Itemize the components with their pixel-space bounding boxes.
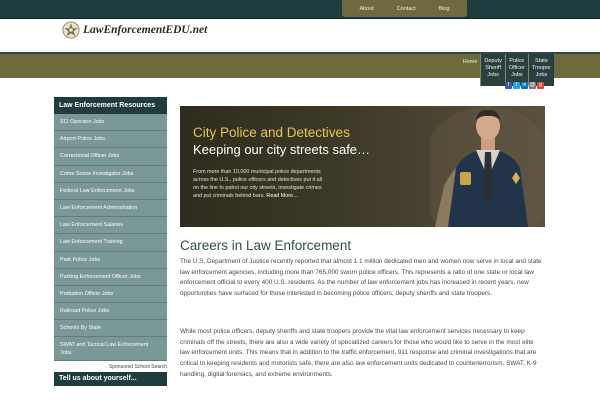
sidebar-item-correctional-officer[interactable]: Correctional Officer Jobs — [54, 148, 167, 166]
site-logo[interactable]: LawEnforcementEDU.net — [62, 21, 207, 39]
top-bar — [0, 0, 600, 19]
nav-police-label: Police Officer Jobs — [508, 58, 525, 78]
sidebar-item-crime-scene[interactable]: Crime Scene Investigator Jobs — [54, 165, 167, 183]
social-icons: f t in @ g — [505, 82, 544, 89]
logo-text: LawEnforcementEDU.net — [83, 24, 208, 36]
hero-body: From more than 10,000 municipal police d… — [193, 169, 323, 199]
police-officer-image — [430, 106, 545, 227]
page-heading: Careers in Law Enforcement — [180, 238, 352, 253]
sidebar-title: Law Enforcement Resources — [54, 97, 167, 114]
hero-text: From more than 10,000 municipal police d… — [193, 168, 328, 200]
nav-deputy-label: Deputy Sheriff Jobs — [484, 58, 502, 78]
nav-trooper-label: State Trooper Jobs — [531, 58, 551, 78]
email-icon[interactable]: @ — [529, 82, 536, 89]
main-nav: Home Deputy Sheriff Jobs Police Officer … — [460, 54, 554, 86]
sidebar-item-administration[interactable]: Law Enforcement Administration — [54, 199, 167, 218]
sidebar-item-railroad[interactable]: Railroad Police Jobs — [54, 303, 167, 321]
hero-title: City Police and Detectives — [193, 125, 350, 140]
hero-subtitle: Keeping our city streets safe… — [193, 142, 371, 157]
sidebar-item-park-police[interactable]: Park Police Jobs — [54, 251, 167, 269]
linkedin-icon[interactable]: in — [521, 82, 528, 89]
hero-banner[interactable]: City Police and Detectives Keeping our c… — [180, 106, 545, 227]
top-nav-about[interactable]: About — [359, 6, 373, 12]
googleplus-icon[interactable]: g — [537, 82, 544, 89]
nav-deputy-sheriff-jobs[interactable]: Deputy Sheriff Jobs — [480, 54, 505, 86]
sidebar-item-airport-police[interactable]: Airport Police Jobs — [54, 131, 167, 149]
sidebar-item-salaries[interactable]: Law Enforcement Salaries — [54, 217, 167, 235]
sidebar-item-parking-enforcement[interactable]: Parking Enforcement Officer Jobs — [54, 268, 167, 286]
nav-home-label: Home — [462, 59, 478, 65]
nav-home[interactable]: Home — [460, 54, 481, 80]
sponsored-label: Sponsored School Search — [108, 364, 167, 371]
twitter-icon[interactable]: t — [513, 82, 520, 89]
careers-paragraph: While most police officers, deputy sheri… — [180, 328, 537, 378]
facebook-icon[interactable]: f — [505, 82, 512, 89]
top-nav-contact[interactable]: Contact — [397, 6, 416, 12]
sidebar-item-schools-by-state[interactable]: Schools By State — [54, 320, 167, 338]
top-nav-blog[interactable]: Blog — [439, 6, 450, 12]
sidebar-item-probation[interactable]: Probation Officer Jobs — [54, 285, 167, 304]
sidebar-item-911-operator[interactable]: 911 Operator Jobs — [54, 114, 167, 132]
main-nav-band: Home Deputy Sheriff Jobs Police Officer … — [0, 52, 600, 86]
sidebar-item-swat[interactable]: SWAT and Tactical Law Enforcement Jobs — [54, 337, 167, 362]
tell-us-title: Tell us about yourself... — [54, 372, 167, 387]
sidebar: Law Enforcement Resources 911 Operator J… — [54, 97, 167, 387]
top-nav: About Contact Blog — [342, 0, 467, 17]
sidebar-item-federal[interactable]: Federal Law Enforcement Jobs — [54, 182, 167, 200]
hero-read-more[interactable]: Read More… — [266, 193, 298, 199]
intro-paragraph: The U.S. Department of Justice recently … — [180, 258, 542, 298]
sidebar-item-training[interactable]: Law Enforcement Training — [54, 234, 167, 252]
badge-star-icon — [62, 21, 80, 39]
